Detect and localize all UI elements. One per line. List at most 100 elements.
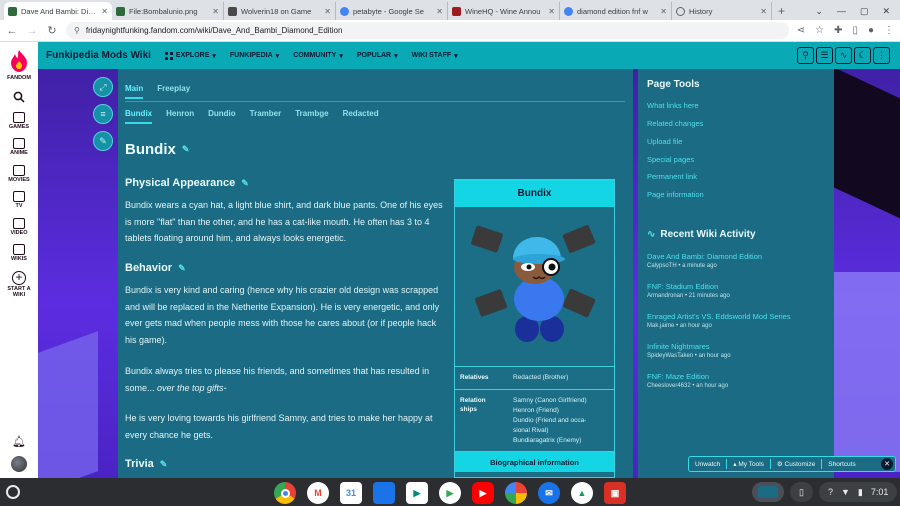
edit-section-icon[interactable]: ✎ (160, 459, 168, 470)
close-icon[interactable]: ✕ (760, 7, 767, 16)
my-tools-button[interactable]: ▴ My Tools (733, 460, 764, 468)
side-panel-icon[interactable]: ▯ (852, 25, 858, 36)
share-icon[interactable]: ⋖ (797, 25, 805, 36)
tab-bundix[interactable]: Bundix (125, 109, 153, 124)
tab-main[interactable]: Main (125, 84, 144, 99)
nav-funkipedia[interactable]: FUNKIPEDIA ▾ (230, 52, 279, 60)
tab-dundio[interactable]: Dundio (208, 109, 236, 124)
table-of-contents-icon[interactable]: ≡ (93, 104, 113, 124)
rail-item-movies[interactable]: MOVIES (8, 177, 29, 184)
activity-icon[interactable]: ∿ (835, 47, 852, 64)
holding-space-button[interactable] (752, 482, 784, 502)
close-icon[interactable]: ✕ (101, 7, 108, 16)
notifications-bell-icon[interactable]: 🔔︎ (12, 435, 26, 448)
wiki-name[interactable]: Funkipedia Mods Wiki (46, 50, 151, 61)
expand-icon[interactable]: ⤢ (93, 77, 113, 97)
page-tool-link[interactable]: Permanent link (647, 172, 697, 181)
page-tool-link[interactable]: Page information (647, 190, 704, 199)
site-info-icon[interactable]: ⚲ (74, 26, 80, 35)
browser-tab[interactable]: History ✕ (672, 2, 772, 20)
phone-hub-button[interactable]: ▯ (790, 482, 813, 502)
launcher-icon[interactable] (6, 485, 20, 499)
reload-icon[interactable]: ↻ (46, 24, 58, 37)
calendar-icon[interactable]: 31 (340, 482, 362, 504)
wiki-search-icon[interactable]: ⚲ (797, 47, 814, 64)
tab-freeplay[interactable]: Freeplay (157, 84, 190, 99)
menu-icon[interactable]: ⋮ (884, 25, 894, 36)
tv-icon[interactable] (13, 191, 25, 202)
activity-item[interactable]: FNF: Maze Edition Cheeslover4632 • an ho… (647, 372, 728, 389)
tab-redacted[interactable]: Redacted (343, 109, 379, 124)
app-icon[interactable]: ▣ (604, 482, 626, 504)
customize-button[interactable]: ⚙ Customize (777, 460, 815, 468)
nav-explore[interactable]: EXPLORE ▾ (164, 51, 216, 60)
close-toolbar-icon[interactable]: ✕ (881, 458, 893, 470)
drive-icon[interactable]: ▲ (571, 482, 593, 504)
unwatch-button[interactable]: Unwatch (695, 461, 720, 468)
close-icon[interactable]: ✕ (436, 7, 443, 16)
tab-trambge[interactable]: Trambge (295, 109, 328, 124)
nav-community[interactable]: COMMUNITY ▾ (293, 52, 343, 60)
browser-tab[interactable]: diamond edition fnf w ✕ (560, 2, 672, 20)
rail-item-anime[interactable]: ANIME (10, 150, 28, 157)
close-icon[interactable]: ✕ (212, 7, 219, 16)
page-tool-link[interactable]: What links here (647, 101, 699, 110)
close-icon[interactable]: ✕ (660, 7, 667, 16)
character-image[interactable] (455, 207, 614, 367)
maximize-icon[interactable]: ▢ (860, 6, 869, 17)
rail-item-start-wiki[interactable]: START A WIKI (4, 286, 34, 299)
games-icon[interactable] (13, 111, 25, 123)
edit-section-icon[interactable]: ✎ (178, 263, 186, 274)
address-bar[interactable]: ⚲ fridaynightfunking.fandom.com/wiki/Dav… (66, 22, 789, 39)
gmail-icon[interactable]: M (307, 482, 329, 504)
chrome-icon[interactable] (274, 482, 296, 504)
edit-section-icon[interactable]: ✎ (182, 144, 190, 155)
anime-icon[interactable] (13, 138, 25, 149)
user-avatar[interactable] (11, 456, 27, 472)
browser-tab[interactable]: Dave And Bambi: Diam ✕ (4, 2, 112, 20)
discuss-icon[interactable]: ☰ (816, 47, 833, 64)
profile-icon[interactable]: ● (868, 25, 874, 36)
more-icon[interactable]: ⋮ (873, 47, 890, 64)
extensions-icon[interactable]: ✚ (834, 25, 842, 36)
shortcuts-button[interactable]: Shortcuts (828, 461, 855, 468)
fandom-logo[interactable] (8, 48, 30, 74)
back-icon[interactable]: ← (6, 25, 18, 37)
photos-icon[interactable] (505, 482, 527, 504)
video-icon[interactable] (13, 217, 25, 229)
browser-tab[interactable]: WineHQ - Wine Annou ✕ (448, 2, 560, 20)
tab-tramber[interactable]: Tramber (250, 109, 282, 124)
start-wiki-plus-icon[interactable]: + (12, 270, 26, 285)
rail-item-games[interactable]: GAMES (9, 124, 29, 131)
youtube-icon[interactable]: ▶ (472, 482, 494, 504)
nav-wiki-staff[interactable]: WIKI STAFF ▾ (412, 52, 458, 60)
theme-moon-icon[interactable]: ☾ (854, 47, 871, 64)
nav-popular[interactable]: POPULAR ▾ (357, 52, 398, 60)
browser-tab[interactable]: Wolverin18 on Game ✕ (224, 2, 336, 20)
new-tab-button[interactable]: + (772, 2, 791, 20)
search-icon[interactable] (12, 90, 26, 104)
close-icon[interactable]: ✕ (324, 7, 331, 16)
page-tool-link[interactable]: Related changes (647, 119, 703, 128)
browser-tab[interactable]: File:Bombalunio.png ✕ (112, 2, 224, 20)
rail-item-tv[interactable]: TV (15, 203, 22, 210)
page-tool-link[interactable]: Special pages (647, 155, 694, 164)
page-tool-link[interactable]: Upload file (647, 137, 682, 146)
rail-item-wikis[interactable]: WIKIS (11, 256, 27, 263)
wikis-icon[interactable] (13, 244, 25, 255)
browser-tab[interactable]: petabyte - Google Se ✕ (336, 2, 448, 20)
edit-section-icon[interactable]: ✎ (241, 178, 249, 189)
forward-icon[interactable]: → (26, 25, 38, 37)
movies-icon[interactable] (13, 164, 25, 176)
bookmark-star-icon[interactable]: ☆ (815, 25, 824, 36)
activity-item[interactable]: FNF: Stadium Edition Armandronan • 21 mi… (647, 282, 730, 299)
system-tray-button[interactable]: ? ▼ ▮ 7:01 (818, 482, 898, 502)
edit-pencil-icon[interactable]: ✎ (93, 131, 113, 151)
play-store-icon[interactable]: ▶ (439, 482, 461, 504)
messages-icon[interactable]: ✉ (538, 482, 560, 504)
activity-item[interactable]: Enraged Artist's VS. Eddsworld Mod Serie… (647, 312, 791, 329)
tab-henron[interactable]: Henron (166, 109, 194, 124)
activity-item[interactable]: Infinite Nightmares SpideyWasTaken • an … (647, 342, 731, 359)
minimize-icon[interactable]: — (837, 6, 846, 16)
tab-search-icon[interactable]: ⌄ (815, 6, 823, 17)
